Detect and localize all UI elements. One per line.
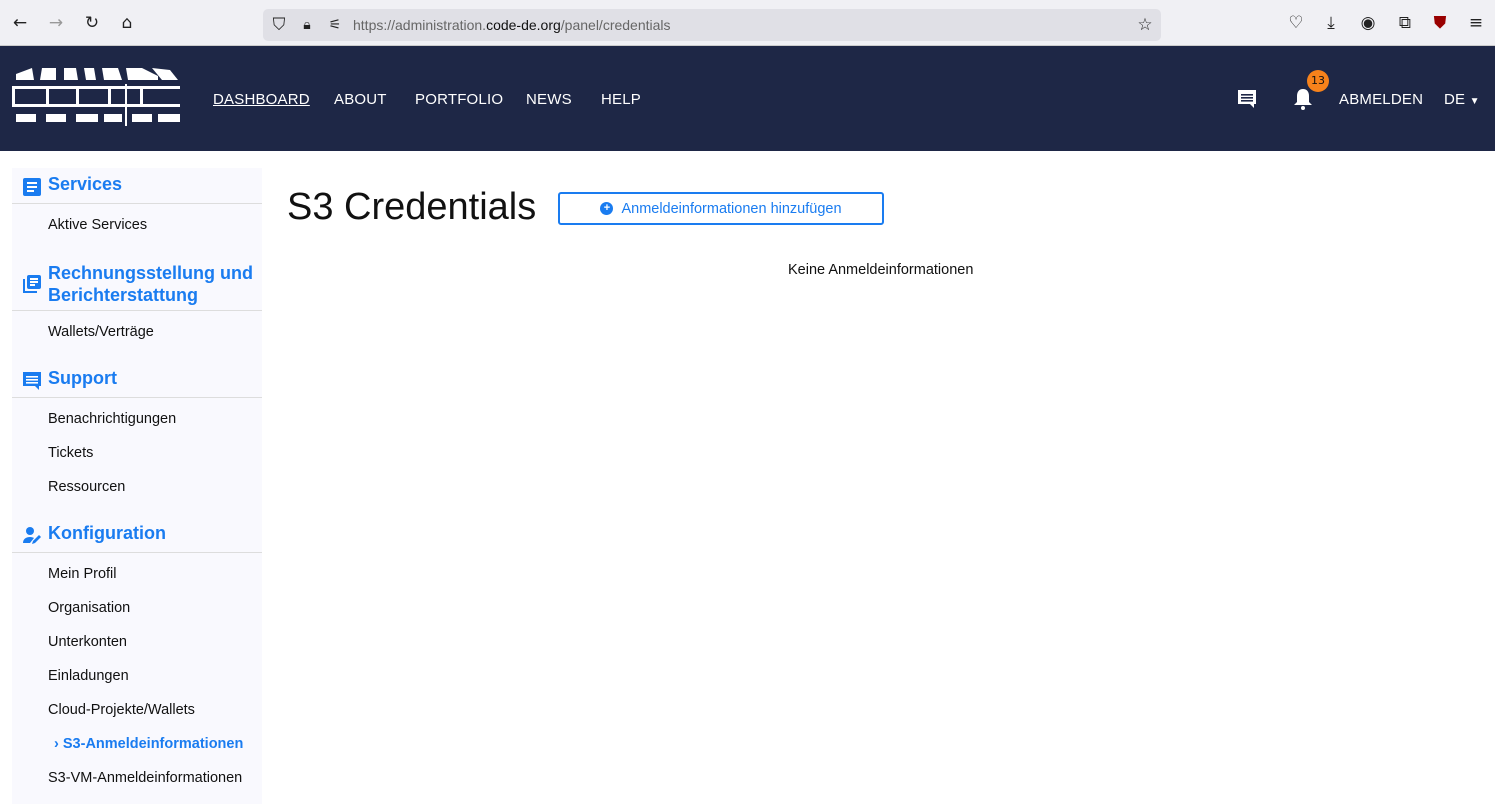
logout-link[interactable]: ABMELDEN [1339,91,1423,108]
menu-icon[interactable]: ≡ [1466,13,1486,33]
address-bar[interactable]: ⛉ 🔒︎ ⚟ https://administration.code-de.or… [263,9,1161,41]
top-navbar: DASHBOARD ABOUT PORTFOLIO NEWS HELP 13 A… [0,46,1495,151]
item-label: S3-Anmeldeinformationen [62,736,244,752]
sidebar-item-active-services[interactable]: Aktive Services [48,217,147,233]
section-configuration: Konfiguration [12,523,262,553]
bell-icon[interactable] [1293,88,1313,110]
section-support: Support [12,368,262,398]
nav-dashboard[interactable]: DASHBOARD [213,91,310,108]
extensions-icon[interactable]: ⧉ [1395,13,1415,33]
sidebar-item-wallets-contracts[interactable]: Wallets/Verträge [48,324,154,340]
section-title: Services [48,174,123,194]
account-icon[interactable]: ◉ [1358,13,1378,33]
language-select[interactable]: DE ▼ [1444,91,1480,108]
section-billing: Rechnungsstellung und Berichterstattung [12,262,262,311]
section-title: Rechnungsstellung und Berichterstattung [48,263,253,305]
nav-news[interactable]: NEWS [526,91,572,108]
bookmark-star-icon[interactable]: ☆ [1135,15,1155,35]
user-edit-icon [23,527,41,544]
chevron-right-icon: › [54,736,59,752]
permissions-icon[interactable]: ⚟ [325,15,345,35]
ublock-icon[interactable]: ⛊ [1430,13,1450,33]
library-icon [23,275,41,293]
plus-circle-icon: + [600,202,614,215]
chat-icon [23,372,41,390]
url-text[interactable]: https://administration.code-de.org/panel… [353,17,671,33]
back-icon[interactable]: ← [10,13,30,33]
nav-help[interactable]: HELP [601,91,641,108]
section-title: Konfiguration [48,523,166,543]
empty-state-text: Keine Anmeldeinformationen [788,262,974,278]
chat-icon[interactable] [1237,89,1257,109]
home-icon[interactable]: ⌂ [117,13,137,33]
sidebar-item-notifications[interactable]: Benachrichtigungen [48,411,176,427]
button-label: Anmeldeinformationen hinzufügen [621,200,842,217]
reload-icon[interactable]: ↻ [82,13,102,33]
sidebar-item-my-profile[interactable]: Mein Profil [48,566,117,582]
document-icon [23,178,41,196]
sidebar-item-subaccounts[interactable]: Unterkonten [48,634,127,650]
nav-portfolio[interactable]: PORTFOLIO [415,91,503,108]
sidebar-item-organisation[interactable]: Organisation [48,600,130,616]
shield-icon[interactable]: ⛉ [269,15,289,35]
sidebar-item-invitations[interactable]: Einladungen [48,668,129,684]
lock-icon[interactable]: 🔒︎ [297,15,317,35]
sidebar: Services Aktive Services Rechnungsstellu… [12,168,262,804]
add-credentials-button[interactable]: + Anmeldeinformationen hinzufügen [558,192,884,225]
section-services: Services [12,174,262,204]
sidebar-item-s3-vm-credentials[interactable]: S3-VM-Anmeldeinformationen [48,770,242,786]
nav-about[interactable]: ABOUT [334,91,387,108]
page-title: S3 Credentials [287,186,537,228]
sidebar-item-cloud-projects[interactable]: Cloud-Projekte/Wallets [48,702,195,718]
code-de-logo[interactable] [12,66,182,126]
sidebar-item-s3-credentials[interactable]: › S3-Anmeldeinformationen [54,736,243,752]
download-icon[interactable]: ⤓ [1321,13,1341,33]
section-title: Support [48,368,117,388]
language-label: DE [1444,91,1466,108]
sidebar-item-resources[interactable]: Ressourcen [48,479,125,495]
notification-badge: 13 [1307,70,1329,92]
forward-icon[interactable]: → [46,13,66,33]
browser-toolbar: ← → ↻ ⌂ ⛉ 🔒︎ ⚟ https://administration.co… [0,0,1495,46]
sidebar-item-tickets[interactable]: Tickets [48,445,93,461]
pocket-icon[interactable]: ♡ [1286,13,1306,33]
caret-down-icon: ▼ [1469,96,1480,107]
